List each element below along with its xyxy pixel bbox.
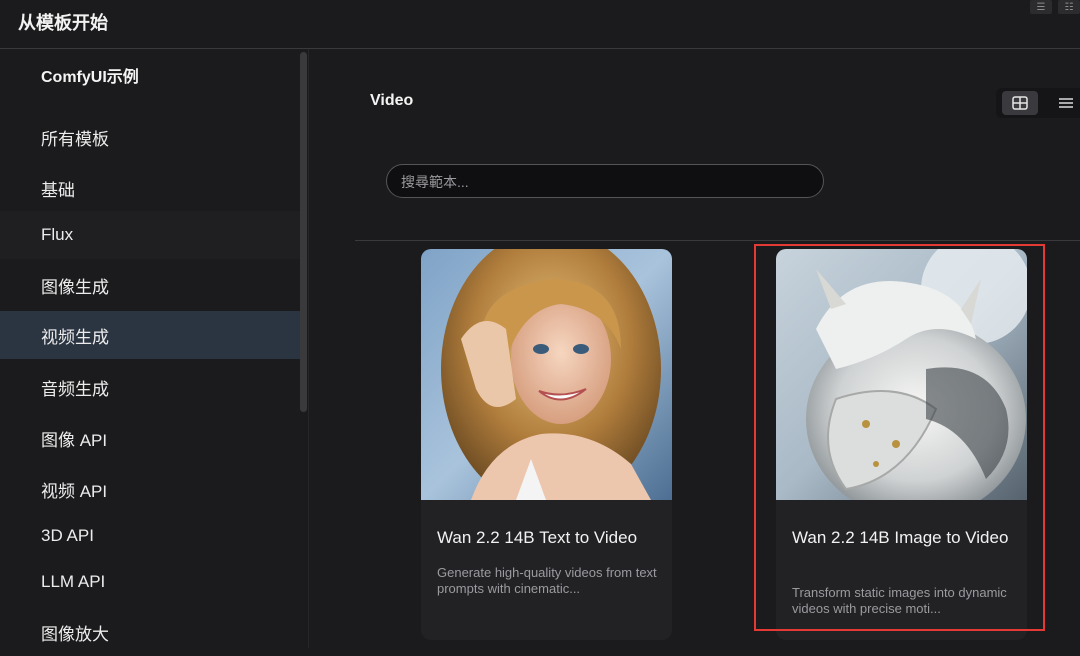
sidebar-item-label: LLM API (41, 572, 106, 591)
view-mode-toggle (996, 88, 1080, 118)
sidebar-item-audio-generation[interactable]: 音频生成 (0, 363, 300, 411)
sidebar-item-image-upscale[interactable]: 图像放大 (0, 608, 300, 656)
template-card-title: Wan 2.2 14B Text to Video (437, 528, 638, 547)
content-divider (355, 240, 1080, 241)
window-controls: ☰ ☷ (1030, 0, 1080, 14)
sidebar-item-llm-api[interactable]: LLM API (0, 558, 300, 606)
template-card-description: Generate high-quality videos from text p… (437, 565, 657, 596)
template-thumbnail (421, 249, 672, 500)
main-content: Video 搜尋範本... Wan 2.2 14B Text to Video … (309, 49, 1080, 648)
panel-right-icon[interactable]: ☷ (1058, 0, 1080, 14)
sidebar-section-title: ComfyUI示例 (41, 69, 139, 86)
sidebar-item-video-generation[interactable]: 视频生成 (0, 311, 300, 359)
template-thumbnail (776, 249, 1027, 500)
sidebar-item-label: 3D API (41, 526, 94, 545)
sidebar-scrollbar[interactable] (300, 52, 307, 412)
panel-left-icon[interactable]: ☰ (1030, 0, 1052, 14)
sidebar-item-label: 基础 (41, 180, 75, 200)
sidebar-item-label: Flux (41, 225, 74, 244)
list-icon (1059, 98, 1073, 108)
sidebar: ComfyUI示例 所有模板 基础 Flux 图像生成 视频生成 音频生成 图像… (0, 49, 300, 648)
sidebar-item-image-generation[interactable]: 图像生成 (0, 261, 300, 309)
page-title: Video (370, 92, 414, 109)
sidebar-item-label: 音频生成 (41, 379, 109, 399)
search-box (386, 164, 824, 198)
sidebar-item-all-templates[interactable]: 所有模板 (0, 113, 300, 161)
grid-view-button[interactable] (1002, 91, 1038, 115)
sidebar-item-flux[interactable]: Flux (0, 211, 300, 259)
template-card-title: Wan 2.2 14B Image to Video (792, 528, 1009, 547)
sidebar-item-label: 图像放大 (41, 624, 109, 644)
sidebar-item-label: 视频 API (41, 481, 108, 501)
sidebar-item-label: 所有模板 (41, 129, 109, 149)
sidebar-item-3d-api[interactable]: 3D API (0, 512, 300, 560)
template-card-text-to-video[interactable]: Wan 2.2 14B Text to Video Generate high-… (421, 249, 672, 640)
list-view-button[interactable] (1048, 91, 1080, 115)
sidebar-item-video-api[interactable]: 视频 API (0, 465, 300, 513)
sidebar-item-label: 图像 API (41, 430, 108, 450)
dialog-title: 从模板开始 (18, 13, 108, 33)
sidebar-item-label: 视频生成 (41, 327, 109, 347)
search-input[interactable] (399, 171, 813, 193)
title-bar: 从模板开始 ☰ ☷ (0, 0, 1080, 49)
sidebar-item-basics[interactable]: 基础 (0, 164, 300, 212)
template-card-description: Transform static images into dynamic vid… (792, 585, 1007, 616)
sidebar-item-image-api[interactable]: 图像 API (0, 414, 300, 462)
sidebar-item-label: 图像生成 (41, 277, 109, 297)
grid-icon (1012, 96, 1028, 110)
template-card-image-to-video[interactable]: Wan 2.2 14B Image to Video Transform sta… (776, 249, 1027, 640)
